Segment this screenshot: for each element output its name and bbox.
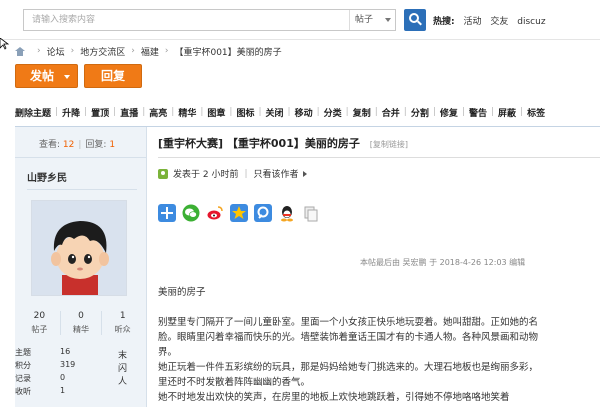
divider xyxy=(27,189,137,190)
hot-search-label: 热搜: xyxy=(433,17,455,27)
views-count: 12 xyxy=(62,140,75,150)
replies-label: 回复: xyxy=(85,140,107,150)
stat-followers[interactable]: 1 听众 xyxy=(102,311,143,335)
search-input[interactable] xyxy=(24,10,349,30)
search-type-label: 帖子 xyxy=(355,15,374,25)
hot-link-discuz[interactable]: discuz xyxy=(517,17,545,27)
hot-link-friends[interactable]: 交友 xyxy=(490,17,508,27)
mod-bump[interactable]: 升降 xyxy=(58,106,84,119)
thread-stats: 查看: 12 | 回复: 1 xyxy=(39,140,116,150)
online-status-icon xyxy=(158,168,168,179)
mod-stamp[interactable]: 图章 xyxy=(203,106,229,119)
post-title: [重宇杯大赛] 【重宇杯001】美丽的房子 [复制链接] xyxy=(158,137,408,150)
search-type-select[interactable]: 帖子 xyxy=(349,10,396,30)
author-name[interactable]: 山野乡民 xyxy=(27,169,67,184)
author-panel: 查看: 12 | 回复: 1 山野乡民 20 帖子 0 精华 1 听众 主题 1… xyxy=(15,127,147,407)
post-paragraph: 别墅里专门隔开了一间儿童卧室。里面一个小女孩正快乐地玩耍着。她叫甜甜。正如她的名 xyxy=(158,317,539,328)
breadcrumb-fujian[interactable]: 福建 xyxy=(141,45,159,58)
mod-warn[interactable]: 警告 xyxy=(465,106,491,119)
stat-digest[interactable]: 0 精华 xyxy=(61,311,103,335)
mod-split[interactable]: 分割 xyxy=(407,106,433,119)
post-paragraph: 里还时不时发散着阵阵幽幽的香气。 xyxy=(158,377,311,388)
mod-sticky[interactable]: 置顶 xyxy=(87,106,113,119)
mod-tags[interactable]: 标签 xyxy=(523,106,549,119)
author-title-vertical: 末 闪 人 xyxy=(118,351,128,387)
tencent-weibo-icon[interactable] xyxy=(254,204,272,222)
post-paragraph: 界。 xyxy=(158,347,178,358)
qzone-star-icon[interactable] xyxy=(230,204,248,222)
edit-note: 本帖最后由 吴宏鹏 于 2018-4-26 12:03 编辑 xyxy=(360,258,526,267)
post-paragraph: 脸。眼睛里闪着幸福而快乐的光。墙壁装饰着童话王国才有的卡通人物。各种风景画和动物 xyxy=(158,332,539,343)
chevron-down-icon xyxy=(385,18,391,22)
breadcrumb: › 论坛 › 地方交流区 › 福建 › 【重宇杯001】美丽的房子 xyxy=(15,44,282,58)
post-body-title: 美丽的房子 xyxy=(158,287,206,298)
breadcrumb-forum[interactable]: 论坛 xyxy=(47,45,65,58)
replies-count: 1 xyxy=(109,140,116,150)
mod-delete-thread[interactable]: 删除主题 xyxy=(15,106,55,119)
reply-label: 回复 xyxy=(100,69,125,83)
wechat-icon[interactable] xyxy=(182,204,200,222)
avatar-cartoon-icon xyxy=(32,201,126,295)
divider xyxy=(15,157,147,158)
hot-link-activity[interactable]: 活动 xyxy=(463,17,481,27)
post-content: 美丽的房子 别墅里专门隔开了一间儿童卧室。里面一个小女孩正快乐地玩耍着。她叫甜甜… xyxy=(158,285,600,405)
post-paragraph: 她正玩着一件件五彩缤纷的玩具，那是妈妈给她专门挑选来的。大理石地板也是绚丽多彩， xyxy=(158,362,539,373)
search-box: 帖子 xyxy=(23,9,396,31)
search-button[interactable] xyxy=(404,9,426,31)
share-plus-icon[interactable] xyxy=(158,204,176,222)
views-label: 查看: xyxy=(39,140,61,150)
only-author-link[interactable]: 只看该作者 xyxy=(254,167,299,180)
copy-link-button[interactable]: [复制链接] xyxy=(370,140,408,149)
mod-close[interactable]: 关闭 xyxy=(262,106,288,119)
post-meta: 发表于 2 小时前 | 只看该作者 xyxy=(158,167,307,180)
copy-icon[interactable] xyxy=(302,204,320,222)
weibo-icon[interactable] xyxy=(206,204,224,222)
avatar[interactable] xyxy=(31,200,127,296)
chevron-right-icon xyxy=(302,170,307,177)
chevron-down-icon xyxy=(64,75,70,79)
post-time: 发表于 2 小时前 xyxy=(173,170,239,180)
divider xyxy=(158,157,600,158)
mod-move[interactable]: 移动 xyxy=(291,106,317,119)
mod-merge[interactable]: 合并 xyxy=(378,106,404,119)
qq-icon[interactable] xyxy=(278,204,296,222)
mod-category[interactable]: 分类 xyxy=(320,106,346,119)
breadcrumb-region[interactable]: 地方交流区 xyxy=(80,45,125,58)
top-search-bar: 帖子 热搜: 活动 交友 discuz xyxy=(0,0,600,40)
hot-search: 热搜: 活动 交友 discuz xyxy=(433,14,552,27)
new-post-button[interactable]: 发帖 xyxy=(15,64,78,88)
mod-digest[interactable]: 精华 xyxy=(174,106,200,119)
new-post-label: 发帖 xyxy=(30,69,55,83)
reply-button[interactable]: 回复 xyxy=(84,64,142,88)
mouse-cursor-icon xyxy=(0,38,10,50)
mod-highlight[interactable]: 高亮 xyxy=(145,106,171,119)
share-bar xyxy=(158,204,326,222)
breadcrumb-thread[interactable]: 【重宇杯001】美丽的房子 xyxy=(174,45,281,58)
author-stats: 20 帖子 0 精华 1 听众 xyxy=(19,311,143,335)
mod-repair[interactable]: 修复 xyxy=(436,106,462,119)
stat-posts[interactable]: 20 帖子 xyxy=(19,311,61,335)
mod-block[interactable]: 屏蔽 xyxy=(494,106,520,119)
mod-copy[interactable]: 复制 xyxy=(349,106,375,119)
home-icon[interactable] xyxy=(15,46,25,56)
moderator-toolbar: 删除主题 | 升降 | 置顶 | 直播 | 高亮 | 精华 | 图章 | 图标 | 关闭 | 移动… xyxy=(15,105,549,119)
mod-icon[interactable]: 图标 xyxy=(232,106,258,119)
mod-live[interactable]: 直播 xyxy=(116,106,142,119)
post-paragraph: 她不时地发出欢快的笑声，在房里的地板上欢快地跳跃着，引得她不停地咯咯地笑着 xyxy=(158,392,510,403)
